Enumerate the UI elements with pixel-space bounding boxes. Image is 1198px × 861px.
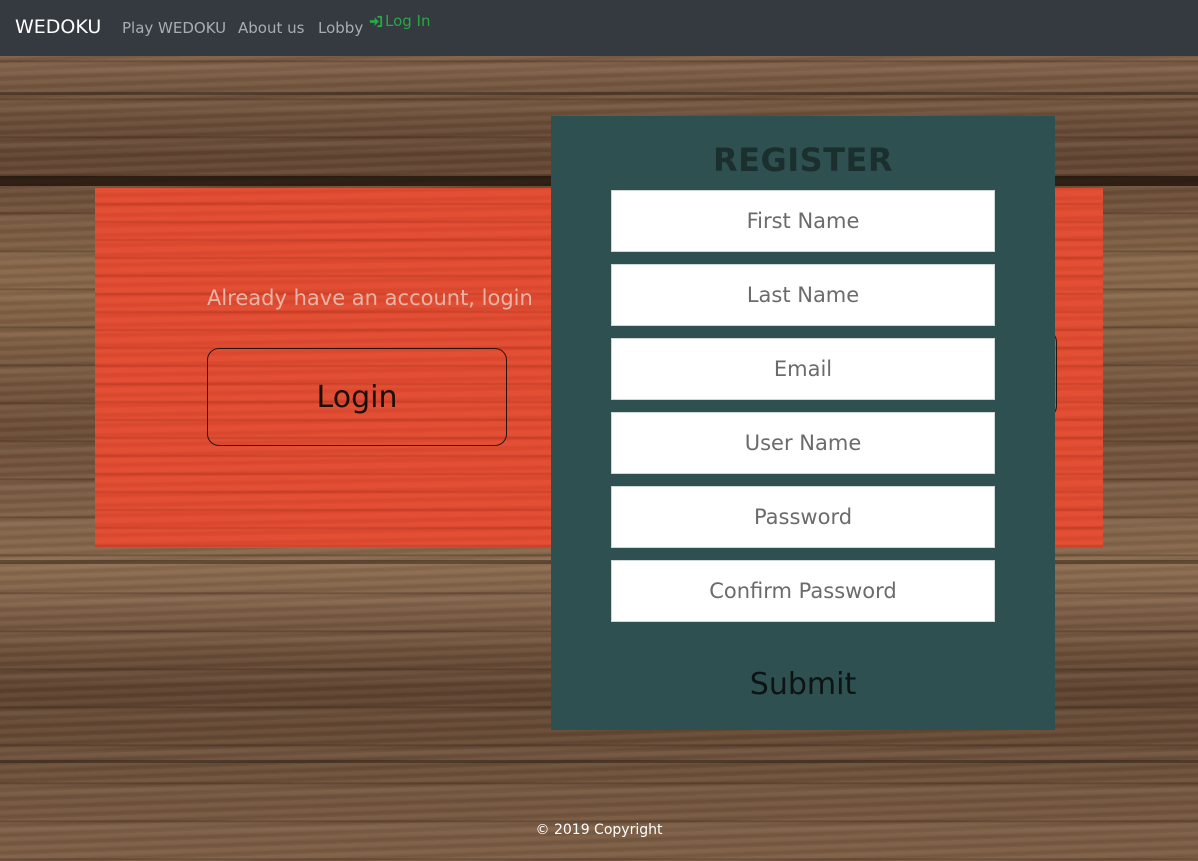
footer-copyright: © 2019 Copyright: [535, 822, 663, 838]
nav-link-login[interactable]: Log In: [369, 12, 431, 30]
login-button[interactable]: Login: [207, 348, 507, 446]
submit-button[interactable]: Submit: [703, 661, 903, 707]
register-title: REGISTER: [712, 141, 894, 179]
register-form: REGISTER Submit: [551, 116, 1055, 730]
first-name-field[interactable]: [611, 190, 995, 252]
sign-in-icon: [369, 15, 383, 27]
user-name-field[interactable]: [611, 412, 995, 474]
email-field[interactable]: [611, 338, 995, 400]
last-name-field[interactable]: [611, 264, 995, 326]
nav-link-about[interactable]: About us: [238, 19, 304, 37]
password-field[interactable]: [611, 486, 995, 548]
nav-link-lobby[interactable]: Lobby: [318, 19, 363, 37]
login-prompt: Already have an account, login: [207, 286, 533, 310]
confirm-password-field[interactable]: [611, 560, 995, 622]
brand-logo[interactable]: WEDOKU: [15, 16, 101, 38]
login-link-label: Log In: [385, 12, 431, 30]
wood-seam: [0, 92, 1198, 95]
nav-link-play[interactable]: Play WEDOKU: [122, 19, 226, 37]
wood-seam: [0, 760, 1198, 763]
top-navbar: WEDOKU Play WEDOKU About us Lobby Log In: [0, 0, 1198, 56]
